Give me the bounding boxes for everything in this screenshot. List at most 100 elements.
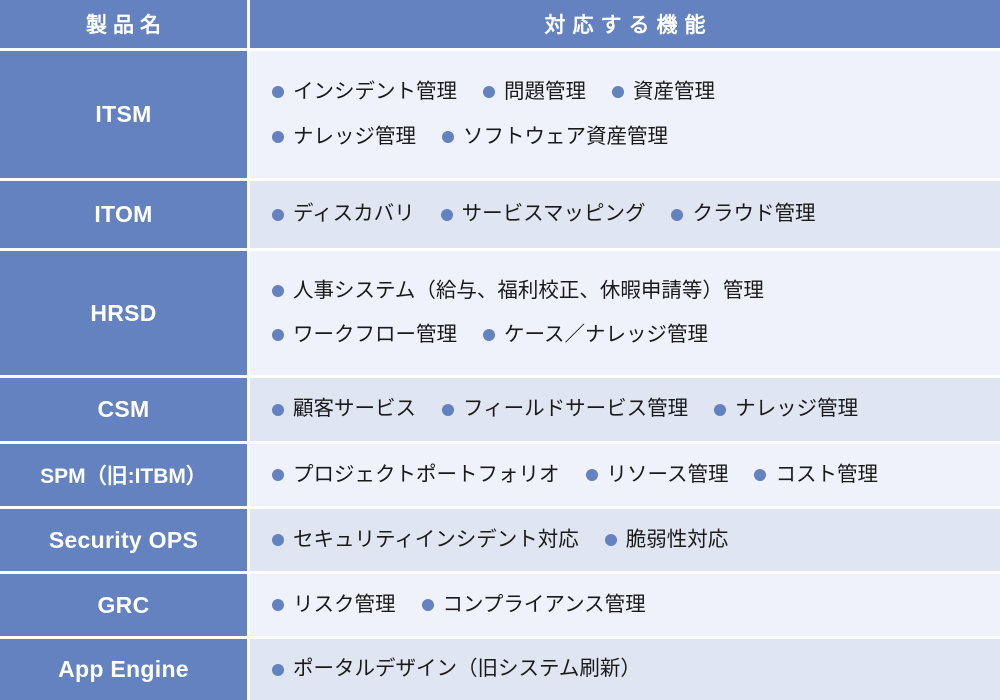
feature-label: 問題管理 (504, 80, 586, 103)
feature-item: ケース／ナレッジ管理 (483, 324, 708, 346)
feature-label: ポータルデザイン（旧システム刷新） (293, 657, 641, 681)
column-header-supported-features: 対応する機能 (250, 0, 1000, 48)
feature-label: ソフトウェア資産管理 (463, 124, 668, 148)
bullet-icon (421, 599, 434, 611)
bullet-icon (754, 469, 767, 481)
product-name-cell: ITOM (0, 181, 250, 248)
feature-item: ディスカバリ (272, 204, 415, 225)
feature-label: セキュリティインシデント対応 (293, 527, 579, 551)
feature-item: フィールドサービス管理 (442, 399, 688, 420)
product-name-cell: GRC (0, 574, 250, 636)
features-cell: 顧客サービス フィールドサービス管理 ナレッジ管理 (250, 378, 1000, 441)
table-row: App Engine ポータルデザイン（旧システム刷新） (0, 639, 1000, 700)
feature-item: リソース管理 (585, 462, 729, 486)
feature-item: インシデント管理 (272, 80, 457, 103)
bullet-icon (272, 403, 284, 416)
feature-label: ナレッジ管理 (735, 397, 859, 421)
feature-line: 人事システム（給与、福利校正、休暇申請等）管理 (272, 278, 1000, 302)
feature-label: サービスマッピング (461, 202, 646, 226)
feature-item: ポータルデザイン（旧システム刷新） (272, 659, 641, 680)
bullet-icon (272, 469, 284, 481)
feature-label: ワークフロー管理 (293, 323, 457, 346)
feature-label: ディスカバリ (293, 202, 415, 226)
feature-line: ワークフロー管理 ケース／ナレッジ管理 (272, 323, 1000, 346)
bullet-icon (272, 130, 284, 143)
features-cell: 人事システム（給与、福利校正、休暇申請等）管理 ワークフロー管理 ケース／ナレッ… (250, 251, 1000, 375)
feature-label: 脆弱性対応 (625, 527, 729, 551)
feature-label: ナレッジ管理 (293, 124, 416, 148)
features-cell: プロジェクトポートフォリオ リソース管理 コスト管理 (250, 444, 1000, 506)
feature-item: クラウド管理 (671, 204, 815, 225)
feature-item: リスク管理 (272, 592, 396, 616)
feature-item: 人事システム（給与、福利校正、休暇申請等）管理 (272, 278, 764, 302)
feature-label: 資産管理 (633, 80, 715, 103)
table-row: HRSD 人事システム（給与、福利校正、休暇申請等）管理 ワークフロー管理 ケー… (0, 251, 1000, 378)
bullet-icon (272, 599, 284, 611)
bullet-icon (272, 663, 284, 676)
bullet-icon (272, 329, 284, 342)
feature-line: ディスカバリ サービスマッピング クラウド管理 (272, 204, 1000, 225)
feature-label: フィールドサービス管理 (463, 397, 689, 421)
feature-item: 問題管理 (483, 80, 586, 103)
feature-line: リスク管理 コンプライアンス管理 (272, 592, 1000, 616)
feature-line: 顧客サービス フィールドサービス管理 ナレッジ管理 (272, 399, 1000, 420)
feature-label: コンプライアンス管理 (442, 592, 646, 616)
feature-line: ポータルデザイン（旧システム刷新） (272, 659, 1000, 680)
product-name-cell: HRSD (0, 251, 250, 375)
bullet-icon (272, 86, 284, 99)
feature-label: インシデント管理 (293, 80, 457, 103)
feature-line: セキュリティインシデント対応 脆弱性対応 (272, 527, 1000, 551)
bullet-icon (714, 403, 727, 416)
table-row: ITOM ディスカバリ サービスマッピング クラウド管理 (0, 181, 1000, 251)
feature-line: ナレッジ管理 ソフトウェア資産管理 (272, 124, 1000, 148)
table-header-row: 製品名 対応する機能 (0, 0, 1000, 51)
feature-label: 人事システム（給与、福利校正、休暇申請等）管理 (293, 278, 764, 302)
bullet-icon (483, 86, 495, 99)
bullet-icon (442, 130, 454, 143)
feature-label: クラウド管理 (692, 202, 816, 226)
product-name-cell: Security OPS (0, 509, 250, 571)
bullet-icon (442, 403, 454, 416)
feature-item: ソフトウェア資産管理 (442, 124, 668, 148)
feature-label: 顧客サービス (293, 397, 416, 421)
feature-item: サービスマッピング (440, 202, 646, 226)
bullet-icon (272, 208, 284, 221)
feature-line: インシデント管理 問題管理 資産管理 (272, 80, 1000, 103)
table-row: CSM 顧客サービス フィールドサービス管理 ナレッジ管理 (0, 378, 1000, 444)
feature-item: ナレッジ管理 (272, 124, 416, 148)
bullet-icon (440, 208, 453, 221)
feature-item: 脆弱性対応 (604, 527, 729, 551)
bullet-icon (272, 284, 284, 297)
features-cell: リスク管理 コンプライアンス管理 (250, 574, 1000, 636)
feature-item: 顧客サービス (272, 399, 416, 420)
product-name-cell: ITSM (0, 51, 250, 178)
table-row: Security OPS セキュリティインシデント対応 脆弱性対応 (0, 509, 1000, 574)
bullet-icon (604, 534, 617, 546)
feature-item: ナレッジ管理 (714, 399, 858, 420)
feature-label: プロジェクトポートフォリオ (293, 462, 560, 486)
product-name-cell: CSM (0, 378, 250, 441)
features-cell: ディスカバリ サービスマッピング クラウド管理 (250, 181, 1000, 248)
product-name-cell: SPM（旧:ITBM） (0, 444, 250, 506)
table-row: ITSM インシデント管理 問題管理 資産管理 ナレッジ管理 ソフトウェア資産管… (0, 51, 1000, 181)
column-header-product-name: 製品名 (0, 0, 250, 48)
bullet-icon (671, 208, 684, 221)
bullet-icon (612, 86, 624, 99)
feature-label: リソース管理 (606, 462, 729, 486)
bullet-icon (483, 329, 495, 342)
feature-label: リスク管理 (293, 592, 396, 616)
feature-item: プロジェクトポートフォリオ (272, 462, 560, 486)
features-cell: ポータルデザイン（旧システム刷新） (250, 639, 1000, 700)
table-row: GRC リスク管理 コンプライアンス管理 (0, 574, 1000, 639)
feature-line: プロジェクトポートフォリオ リソース管理 コスト管理 (272, 462, 1000, 486)
feature-item: コンプライアンス管理 (421, 592, 646, 616)
feature-item: ワークフロー管理 (272, 323, 457, 346)
features-cell: インシデント管理 問題管理 資産管理 ナレッジ管理 ソフトウェア資産管理 (250, 51, 1000, 178)
features-cell: セキュリティインシデント対応 脆弱性対応 (250, 509, 1000, 571)
feature-item: 資産管理 (612, 80, 715, 103)
product-feature-table: 製品名 対応する機能 ITSM インシデント管理 問題管理 資産管理 ナレッジ管… (0, 0, 1000, 700)
product-name-cell: App Engine (0, 639, 250, 700)
feature-item: コスト管理 (754, 464, 878, 486)
table-row: SPM（旧:ITBM） プロジェクトポートフォリオ リソース管理 コスト管理 (0, 444, 1000, 509)
bullet-icon (272, 534, 284, 546)
